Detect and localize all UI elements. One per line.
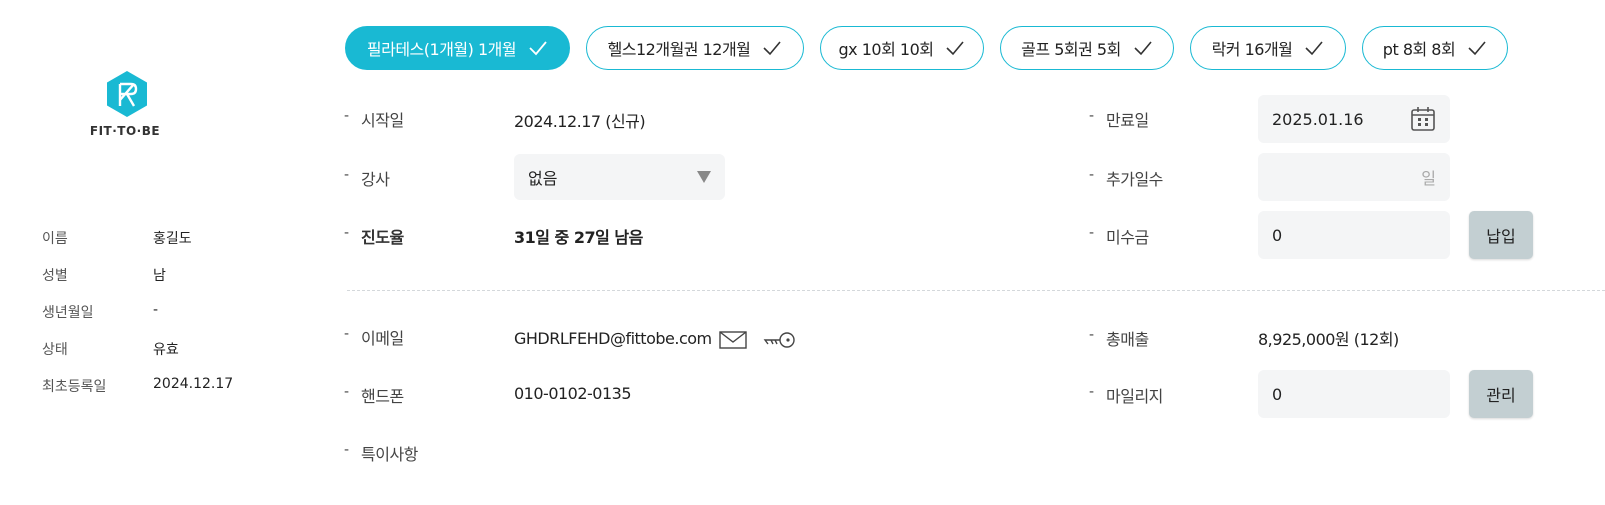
profile-label: 이름 bbox=[42, 231, 68, 247]
end-date-label: 만료일 bbox=[1106, 111, 1149, 130]
tab-label: 헬스12개월권 12개월 bbox=[607, 40, 751, 59]
profile-value: 유효 bbox=[153, 342, 179, 358]
unpaid-input[interactable]: 0 bbox=[1258, 211, 1450, 259]
unpaid-value: 0 bbox=[1272, 225, 1283, 245]
check-icon bbox=[529, 41, 547, 56]
mileage-label: 마일리지 bbox=[1106, 387, 1163, 406]
phone-label: 핸드폰 bbox=[361, 387, 404, 406]
check-icon bbox=[946, 41, 965, 56]
check-icon bbox=[1468, 41, 1486, 56]
row-dash: - bbox=[344, 384, 350, 400]
tab-membership-4[interactable]: 골프 5회권 5회 bbox=[1000, 26, 1174, 70]
row-dash: - bbox=[1089, 225, 1095, 241]
progress-value: 31일 중 27일 남음 bbox=[514, 228, 643, 247]
mail-icon[interactable] bbox=[719, 330, 747, 350]
profile-label: 생년월일 bbox=[42, 305, 94, 321]
notes-label: 특이사항 bbox=[361, 445, 418, 464]
manage-mileage-button[interactable]: 관리 bbox=[1469, 370, 1533, 418]
tab-membership-6[interactable]: pt 8회 8회 bbox=[1362, 26, 1508, 70]
row-dash: - bbox=[344, 442, 350, 458]
extra-days-unit: 일 bbox=[1421, 169, 1436, 188]
check-icon bbox=[763, 41, 782, 56]
row-dash: - bbox=[1089, 384, 1095, 400]
start-date-value: 2024.12.17 (신규) bbox=[514, 112, 646, 131]
check-icon bbox=[1134, 41, 1152, 56]
mileage-value: 0 bbox=[1272, 384, 1283, 404]
tab-membership-1[interactable]: 필라테스(1개월) 1개월 bbox=[345, 26, 570, 70]
total-sales-label: 총매출 bbox=[1106, 330, 1149, 349]
email-value: GHDRLFEHD@fittobe.com bbox=[514, 329, 712, 348]
row-dash: - bbox=[344, 225, 350, 241]
profile-label: 성별 bbox=[42, 268, 68, 284]
tab-label: pt 8회 8회 bbox=[1382, 40, 1456, 59]
tab-membership-5[interactable]: 락커 16개월 bbox=[1190, 26, 1346, 70]
instructor-value: 없음 bbox=[528, 169, 558, 188]
end-date-value: 2025.01.16 bbox=[1272, 109, 1364, 129]
profile-label: 상태 bbox=[42, 342, 68, 358]
row-dash: - bbox=[1089, 108, 1095, 124]
check-icon bbox=[1305, 41, 1324, 56]
email-label: 이메일 bbox=[361, 329, 404, 348]
profile-value: - bbox=[153, 302, 159, 318]
instructor-label: 강사 bbox=[361, 170, 390, 189]
row-dash: - bbox=[344, 167, 350, 183]
start-date-label: 시작일 bbox=[361, 111, 404, 130]
unpaid-label: 미수금 bbox=[1106, 228, 1149, 247]
progress-label: 진도율 bbox=[361, 228, 404, 247]
profile-label: 최초등록일 bbox=[42, 379, 107, 395]
pay-button[interactable]: 납입 bbox=[1469, 211, 1533, 259]
extra-days-input[interactable]: 일 bbox=[1258, 153, 1450, 201]
tab-label: 필라테스(1개월) 1개월 bbox=[366, 40, 517, 59]
calendar-icon[interactable] bbox=[1410, 106, 1436, 132]
section-divider bbox=[347, 290, 1605, 291]
total-sales-value: 8,925,000원 (12회) bbox=[1258, 330, 1399, 349]
profile-value: 홍길도 bbox=[153, 231, 192, 247]
tab-label: gx 10회 10회 bbox=[838, 40, 934, 59]
row-dash: - bbox=[1089, 327, 1095, 343]
row-dash: - bbox=[1089, 167, 1095, 183]
brand-logo: FIT·TO·BE bbox=[90, 70, 162, 138]
tab-label: 락커 16개월 bbox=[1211, 40, 1293, 59]
end-date-field[interactable]: 2025.01.16 bbox=[1258, 95, 1450, 143]
profile-value: 남 bbox=[153, 268, 166, 284]
row-dash: - bbox=[344, 326, 350, 342]
tab-membership-3[interactable]: gx 10회 10회 bbox=[820, 26, 984, 70]
dropdown-arrow-icon bbox=[697, 171, 711, 183]
phone-value: 010-0102-0135 bbox=[514, 384, 632, 403]
profile-value: 2024.12.17 bbox=[153, 376, 234, 392]
logo-icon bbox=[107, 71, 147, 117]
mileage-input[interactable]: 0 bbox=[1258, 370, 1450, 418]
brand-name: FIT·TO·BE bbox=[89, 124, 161, 138]
row-dash: - bbox=[344, 108, 350, 124]
tab-label: 골프 5회권 5회 bbox=[1021, 40, 1121, 59]
key-icon[interactable] bbox=[763, 330, 797, 350]
instructor-select[interactable]: 없음 bbox=[514, 154, 725, 200]
extra-days-label: 추가일수 bbox=[1106, 170, 1163, 189]
tab-membership-2[interactable]: 헬스12개월권 12개월 bbox=[586, 26, 804, 70]
